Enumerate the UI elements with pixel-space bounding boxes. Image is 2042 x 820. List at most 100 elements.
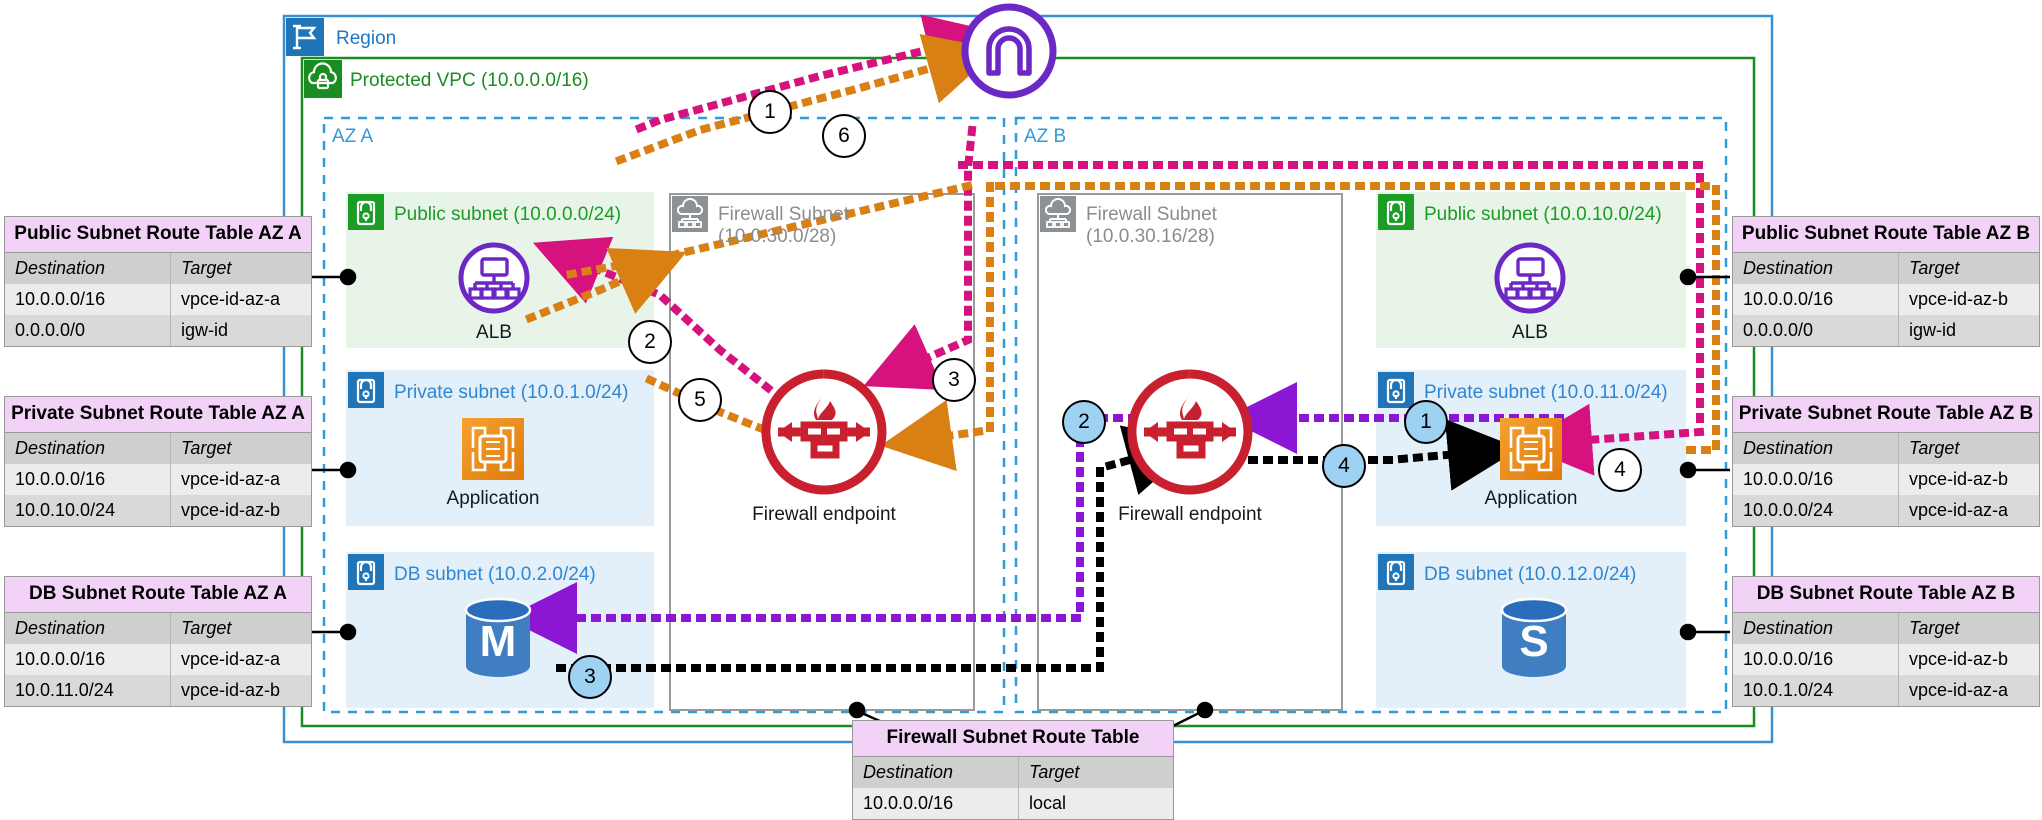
cell-destination: 10.0.0.0/16 — [1733, 464, 1899, 495]
cell-destination: 10.0.0.0/16 — [5, 284, 171, 315]
header-target: Target — [181, 258, 232, 278]
cell-target: local — [1029, 793, 1067, 813]
header-destination: Destination — [1733, 253, 1899, 284]
alb-icon-az-b — [1494, 242, 1566, 314]
header-destination: Destination — [1733, 613, 1899, 644]
cell-destination: 10.0.0.0/24 — [1733, 495, 1899, 526]
table-row: 10.0.0.0/16 local — [853, 788, 1173, 819]
alb-icon-az-a — [458, 242, 530, 314]
table-row: 0.0.0.0/0 igw-id — [1733, 315, 2039, 346]
firewall-endpoint-az-b-caption: Firewall endpoint — [1118, 504, 1262, 525]
cell-target: vpce-id-az-a — [1909, 680, 2009, 700]
table-row: 10.0.0.0/16 vpce-id-az-a — [5, 464, 311, 495]
application-az-a-caption: Application — [446, 488, 540, 509]
firewall-endpoint-icon-az-b — [1127, 369, 1253, 495]
header-destination: Destination — [5, 433, 171, 464]
table-row: 10.0.0.0/16 vpce-id-az-b — [1733, 644, 2039, 675]
table-row: 10.0.11.0/24 vpce-id-az-b — [5, 675, 311, 706]
step-circle-white-1: 1 — [748, 90, 792, 134]
route-table-private-az-a[interactable]: Private Subnet Route Table AZ A Destinat… — [4, 396, 312, 527]
vpc-lock-icon — [304, 60, 342, 98]
step-circle-white-5: 5 — [678, 378, 722, 422]
header-target: Target — [181, 618, 232, 638]
private-subnet-az-b-label: Private subnet (10.0.11.0/24) — [1424, 382, 1668, 403]
route-table-public-az-a[interactable]: Public Subnet Route Table AZ A Destinati… — [4, 216, 312, 347]
table-row: 10.0.0.0/24 vpce-id-az-a — [1733, 495, 2039, 526]
header-destination: Destination — [5, 613, 171, 644]
firewall-subnet-icon-az-a — [672, 196, 708, 232]
cell-destination: 10.0.0.0/16 — [5, 644, 171, 675]
table-row: 10.0.10.0/24 vpce-id-az-b — [5, 495, 311, 526]
route-table-db-az-a[interactable]: DB Subnet Route Table AZ A Destination T… — [4, 576, 312, 707]
route-table-private-az-b[interactable]: Private Subnet Route Table AZ B Destinat… — [1732, 396, 2040, 527]
firewall-subnet-az-b-label-line1: Firewall Subnet — [1086, 204, 1217, 225]
cell-target: vpce-id-az-b — [181, 500, 281, 520]
route-table-title: DB Subnet Route Table AZ B — [1733, 577, 2039, 613]
firewall-endpoint-az-a-caption: Firewall endpoint — [752, 504, 896, 525]
header-target: Target — [1029, 762, 1080, 782]
header-destination: Destination — [5, 253, 171, 284]
firewall-endpoint-icon-az-a — [761, 369, 887, 495]
cell-target: vpce-id-az-a — [181, 649, 281, 669]
svg-text:S: S — [1519, 617, 1548, 666]
cell-target: igw-id — [181, 320, 229, 340]
az-a-label: AZ A — [332, 126, 374, 147]
svg-text:M: M — [480, 617, 517, 666]
firewall-subnet-az-a-label-line2: (10.0.30.0/28) — [718, 226, 837, 247]
cell-target: vpce-id-az-b — [1909, 289, 2009, 309]
alb-az-b-caption: ALB — [1512, 322, 1548, 343]
db-subnet-az-a-label: DB subnet (10.0.2.0/24) — [394, 564, 596, 585]
route-table-title: Public Subnet Route Table AZ A — [5, 217, 311, 253]
table-row: 10.0.0.0/16 vpce-id-az-a — [5, 284, 311, 315]
vpc-label: Protected VPC (10.0.0.0/16) — [350, 70, 589, 91]
cell-destination: 10.0.0.0/16 — [1733, 644, 1899, 675]
firewall-subnet-az-b-label-line2: (10.0.30.16/28) — [1086, 226, 1215, 247]
step-circle-blue-4: 4 — [1322, 444, 1366, 488]
db-subnet-az-b-label: DB subnet (10.0.12.0/24) — [1424, 564, 1637, 585]
step-circle-blue-2: 2 — [1062, 400, 1106, 444]
database-standby-icon-az-b: S — [1500, 597, 1568, 677]
cell-destination: 10.0.1.0/24 — [1733, 675, 1899, 706]
private-subnet-lock-icon-az-a — [348, 372, 384, 408]
public-subnet-lock-icon-az-a — [348, 194, 384, 230]
table-header-row: Destination Target — [853, 757, 1173, 788]
cell-target: vpce-id-az-a — [181, 469, 281, 489]
header-target: Target — [1909, 258, 1960, 278]
region-flag-icon — [286, 18, 324, 56]
application-icon-az-b — [1500, 418, 1562, 480]
step-circle-white-4: 4 — [1598, 448, 1642, 492]
step-circle-blue-3: 3 — [568, 655, 612, 699]
internet-gateway-icon — [961, 3, 1057, 99]
header-target: Target — [181, 438, 232, 458]
table-row: 10.0.0.0/16 vpce-id-az-b — [1733, 464, 2039, 495]
route-table-firewall-subnet[interactable]: Firewall Subnet Route Table Destination … — [852, 720, 1174, 820]
public-subnet-lock-icon-az-b — [1378, 194, 1414, 230]
table-row: 10.0.1.0/24 vpce-id-az-a — [1733, 675, 2039, 706]
route-table-db-az-b[interactable]: DB Subnet Route Table AZ B Destination T… — [1732, 576, 2040, 707]
diagram-canvas: M S Region Protected VPC (10.0.0.0/16) A… — [0, 0, 2042, 820]
cell-target: igw-id — [1909, 320, 1957, 340]
route-table-public-az-b[interactable]: Public Subnet Route Table AZ B Destinati… — [1732, 216, 2040, 347]
table-row: 10.0.0.0/16 vpce-id-az-a — [5, 644, 311, 675]
header-destination: Destination — [853, 757, 1019, 788]
step-circle-blue-1: 1 — [1404, 400, 1448, 444]
header-target: Target — [1909, 618, 1960, 638]
alb-az-a-caption: ALB — [476, 322, 512, 343]
table-header-row: Destination Target — [5, 613, 311, 644]
table-header-row: Destination Target — [5, 433, 311, 464]
database-primary-icon-az-a: M — [464, 597, 532, 677]
step-circle-white-6: 6 — [822, 114, 866, 158]
public-subnet-az-a-label: Public subnet (10.0.0.0/24) — [394, 204, 622, 225]
cell-target: vpce-id-az-a — [1909, 500, 2009, 520]
route-table-title: Private Subnet Route Table AZ B — [1733, 397, 2039, 433]
public-subnet-az-b-label: Public subnet (10.0.10.0/24) — [1424, 204, 1662, 225]
db-subnet-lock-icon-az-b — [1378, 554, 1414, 590]
route-table-title: DB Subnet Route Table AZ A — [5, 577, 311, 613]
cell-destination: 10.0.0.0/16 — [853, 788, 1019, 819]
table-header-row: Destination Target — [1733, 613, 2039, 644]
cell-target: vpce-id-az-b — [181, 680, 281, 700]
application-az-b-caption: Application — [1484, 488, 1578, 509]
application-icon-az-a — [462, 418, 524, 480]
header-destination: Destination — [1733, 433, 1899, 464]
cell-destination: 10.0.0.0/16 — [5, 464, 171, 495]
